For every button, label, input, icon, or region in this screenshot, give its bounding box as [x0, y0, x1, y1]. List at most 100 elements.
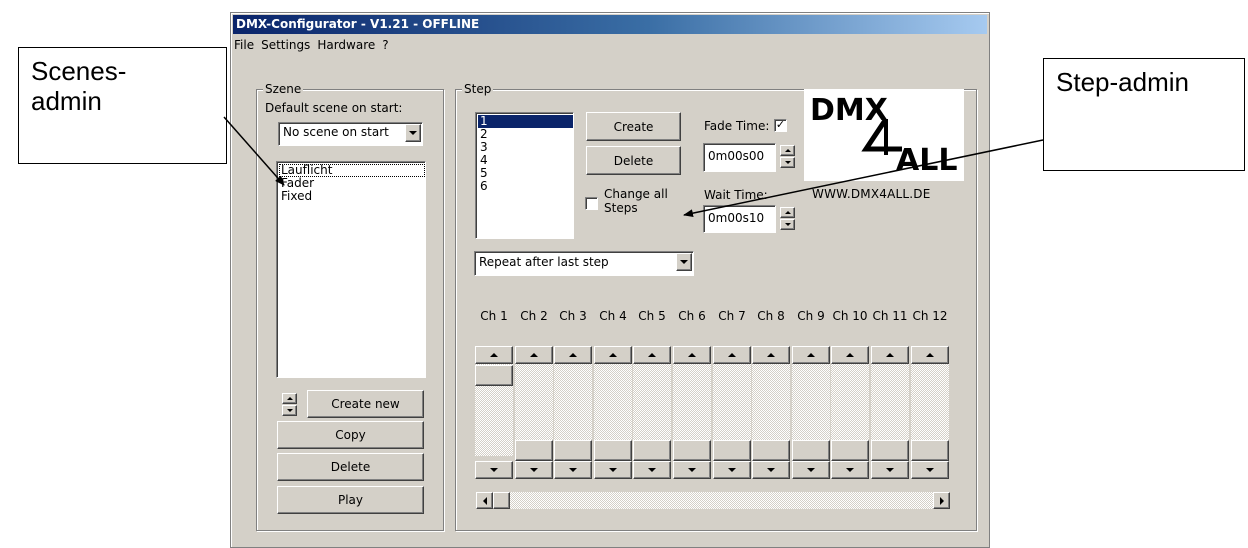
- change-all-checkbox[interactable]: [585, 197, 598, 210]
- channel-4-down-icon[interactable]: [594, 461, 632, 479]
- fade-down-icon[interactable]: [780, 157, 795, 168]
- default-scene-label: Default scene on start:: [265, 101, 403, 115]
- scenes-admin-callout-text: Scenes- admin: [31, 56, 127, 116]
- fade-time-label: Fade Time:: [704, 119, 770, 133]
- channel-label-4: Ch 4: [599, 309, 627, 323]
- step-item-4[interactable]: 4: [478, 154, 573, 167]
- dmx4all-logo: DMX ALL: [804, 89, 964, 181]
- wait-up-icon[interactable]: [780, 207, 795, 218]
- chevron-down-icon[interactable]: [676, 253, 692, 271]
- channel-12-down-icon[interactable]: [911, 461, 949, 479]
- menu-file[interactable]: File: [233, 35, 257, 55]
- channel-label-10: Ch 10: [832, 309, 868, 323]
- channel-label-5: Ch 5: [638, 309, 666, 323]
- channel-3-down-icon[interactable]: [554, 461, 592, 479]
- scene-item-fixed[interactable]: Fixed: [279, 190, 425, 203]
- channel-9-down-icon[interactable]: [792, 461, 830, 479]
- channel-8-up-icon[interactable]: [752, 346, 790, 364]
- channel-11-slider[interactable]: [871, 440, 909, 461]
- horizontal-scroll-track[interactable]: [510, 492, 933, 509]
- window-title: DMX-Configurator - V1.21 - OFFLINE: [233, 15, 987, 34]
- channel-2-slider[interactable]: [515, 440, 553, 461]
- channel-7-slider[interactable]: [713, 440, 751, 461]
- channel-9-slider[interactable]: [792, 440, 830, 461]
- step-item-6[interactable]: 6: [478, 180, 573, 193]
- channel-2-up-icon[interactable]: [515, 346, 553, 364]
- repeat-select[interactable]: Repeat after last step: [474, 251, 694, 276]
- logo-url: WWW.DMX4ALL.DE: [812, 187, 931, 201]
- step-item-5[interactable]: 5: [478, 167, 573, 180]
- step-admin-callout: Step-admin: [1043, 58, 1245, 171]
- menu-bar: File Settings Hardware?: [233, 35, 392, 55]
- copy-button[interactable]: Copy: [277, 421, 424, 449]
- channel-10-up-icon[interactable]: [831, 346, 869, 364]
- channel-1-slider[interactable]: [475, 365, 513, 386]
- scroll-thumb[interactable]: [493, 492, 510, 509]
- scroll-left-icon[interactable]: [476, 492, 493, 509]
- channel-6-slider[interactable]: [673, 440, 711, 461]
- channel-5-up-icon[interactable]: [633, 346, 671, 364]
- channel-1-down-icon[interactable]: [475, 461, 513, 479]
- channel-10-down-icon[interactable]: [831, 461, 869, 479]
- channel-3-slider[interactable]: [554, 440, 592, 461]
- play-button[interactable]: Play: [277, 486, 424, 514]
- channel-5-down-icon[interactable]: [633, 461, 671, 479]
- channel-7-down-icon[interactable]: [713, 461, 751, 479]
- scene-list[interactable]: Lauflicht Fader Fixed: [276, 161, 426, 378]
- default-scene-select[interactable]: No scene on start: [278, 122, 423, 146]
- channel-label-7: Ch 7: [718, 309, 746, 323]
- channel-1-up-icon[interactable]: [475, 346, 513, 364]
- create-new-button[interactable]: Create new: [307, 390, 424, 418]
- step-item-2[interactable]: 2: [478, 128, 573, 141]
- delete-step-button[interactable]: Delete: [586, 146, 681, 175]
- channel-4-up-icon[interactable]: [594, 346, 632, 364]
- logo-line2: ALL: [896, 143, 957, 178]
- fade-time-checkbox[interactable]: ✓: [774, 119, 787, 132]
- channel-5-slider[interactable]: [633, 440, 671, 461]
- channel-9-up-icon[interactable]: [792, 346, 830, 364]
- step-list[interactable]: 1 2 3 4 5 6: [475, 112, 574, 239]
- wait-time-input[interactable]: 0m00s10: [703, 205, 776, 233]
- move-down-icon[interactable]: [282, 405, 297, 416]
- menu-hardware[interactable]: Hardware: [313, 35, 378, 55]
- channel-11-up-icon[interactable]: [871, 346, 909, 364]
- wait-down-icon[interactable]: [780, 219, 795, 230]
- step-item-3[interactable]: 3: [478, 141, 573, 154]
- menu-settings[interactable]: Settings: [257, 35, 313, 55]
- channel-label-12: Ch 12: [912, 309, 948, 323]
- fade-up-icon[interactable]: [780, 145, 795, 156]
- channel-label-8: Ch 8: [757, 309, 785, 323]
- move-up-icon[interactable]: [282, 393, 297, 404]
- wait-time-value: 0m00s10: [708, 211, 765, 225]
- scenes-admin-callout: Scenes- admin: [18, 47, 227, 164]
- channel-label-1: Ch 1: [480, 309, 508, 323]
- fade-time-input[interactable]: 0m00s00: [703, 143, 776, 172]
- channel-6-up-icon[interactable]: [673, 346, 711, 364]
- channel-3-up-icon[interactable]: [554, 346, 592, 364]
- channel-8-slider[interactable]: [752, 440, 790, 461]
- channel-12-slider[interactable]: [911, 440, 949, 461]
- channel-6-down-icon[interactable]: [673, 461, 711, 479]
- channel-8-down-icon[interactable]: [752, 461, 790, 479]
- channel-label-9: Ch 9: [797, 309, 825, 323]
- channel-label-3: Ch 3: [559, 309, 587, 323]
- wait-time-label: Wait Time:: [704, 188, 768, 202]
- step-group-label: Step: [462, 82, 494, 96]
- channel-2-down-icon[interactable]: [515, 461, 553, 479]
- channel-7-up-icon[interactable]: [713, 346, 751, 364]
- logo-line1: DMX: [810, 93, 888, 128]
- menu-help[interactable]: ?: [378, 35, 391, 55]
- channel-10-slider[interactable]: [831, 440, 869, 461]
- channel-11-down-icon[interactable]: [871, 461, 909, 479]
- fade-time-value: 0m00s00: [708, 149, 765, 163]
- dmx4all-logo-graphic: DMX ALL: [810, 93, 957, 178]
- channel-label-2: Ch 2: [520, 309, 548, 323]
- step-item-1[interactable]: 1: [478, 115, 573, 128]
- change-all-label: Change all Steps: [604, 187, 668, 215]
- scroll-right-icon[interactable]: [933, 492, 950, 509]
- create-step-button[interactable]: Create: [586, 112, 681, 141]
- channel-12-up-icon[interactable]: [911, 346, 949, 364]
- chevron-down-icon[interactable]: [405, 124, 421, 142]
- channel-4-slider[interactable]: [594, 440, 632, 461]
- delete-scene-button[interactable]: Delete: [277, 453, 424, 481]
